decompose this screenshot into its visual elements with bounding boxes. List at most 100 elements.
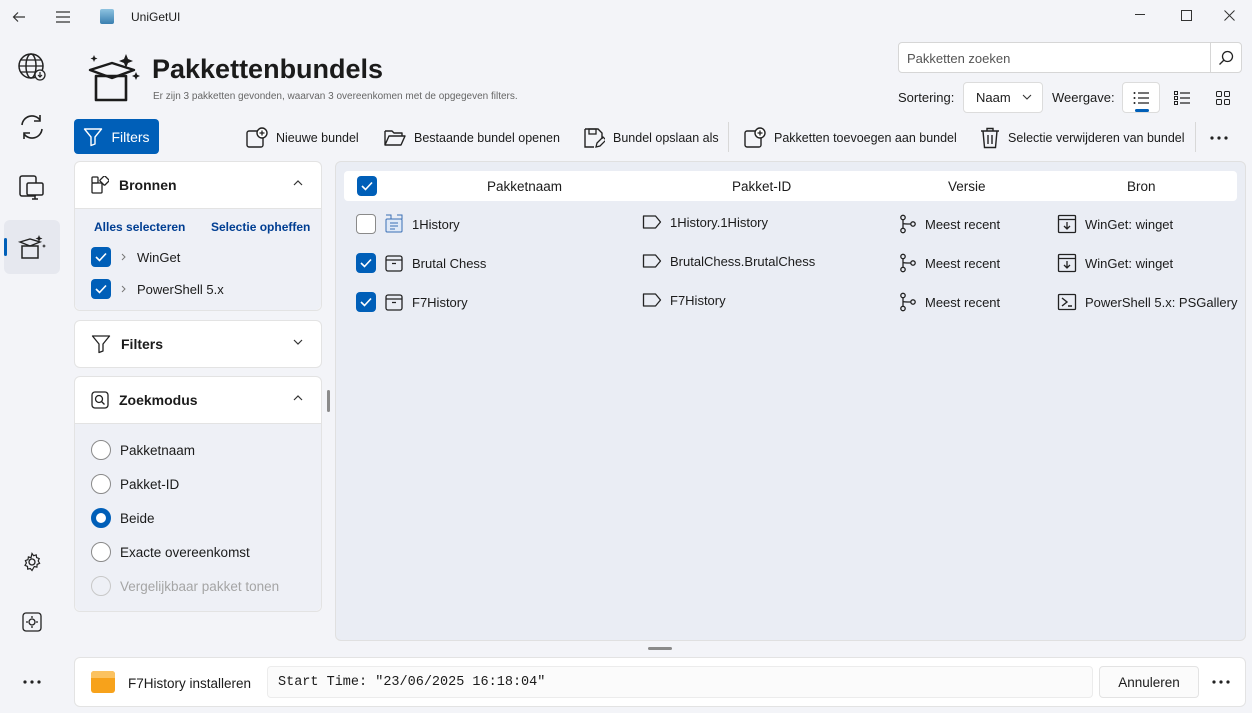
package-source-cell: WinGet: winget [1057, 253, 1173, 273]
search-mode-panel-header[interactable]: Zoekmodus [75, 377, 321, 423]
nav-settings[interactable] [4, 535, 60, 589]
package-name: Brutal Chess [412, 255, 487, 271]
sources-panel-title: Bronnen [119, 177, 177, 193]
deselect-link[interactable]: Selectie opheffen [211, 220, 310, 234]
radio-label: Beide [120, 510, 155, 526]
column-header-source[interactable]: Bron [1127, 179, 1156, 194]
source-item-powershell[interactable]: PowerShell 5.x [91, 279, 224, 299]
row-checkbox[interactable] [356, 253, 376, 273]
search-mode-icon [91, 391, 109, 409]
search-button[interactable] [1210, 42, 1242, 73]
winget-source-icon [1057, 253, 1077, 273]
package-source-cell: PowerShell 5.x: PSGallery [1057, 292, 1237, 312]
filters-panel-header[interactable]: Filters [75, 321, 321, 367]
close-button[interactable] [1206, 0, 1252, 30]
radio-label: Vergelijkbaar pakket tonen [120, 578, 280, 594]
row-checkbox[interactable] [356, 214, 376, 234]
view-list-button[interactable] [1122, 82, 1160, 113]
column-header-id[interactable]: Pakket-ID [732, 179, 791, 194]
package-name: 1History [412, 216, 460, 232]
column-header-version[interactable]: Versie [948, 179, 986, 194]
nav-operations-log[interactable] [4, 595, 60, 649]
back-arrow-icon[interactable] [4, 4, 34, 30]
new-bundle-label: Nieuwe bundel [276, 131, 359, 145]
hamburger-menu-icon[interactable] [48, 4, 78, 30]
app-logo [100, 9, 114, 24]
checkbox-checked[interactable] [91, 279, 111, 299]
list-view-icon [1133, 91, 1149, 104]
package-id: 1History.1History [670, 214, 769, 230]
package-id-cell: 1History.1History [642, 214, 768, 230]
nav-discover[interactable] [4, 40, 60, 94]
row-checkbox[interactable] [356, 292, 376, 312]
chevron-right-icon[interactable] [121, 285, 127, 293]
radio-option-similar-package: Vergelijkbaar pakket tonen [91, 576, 279, 596]
source-item-winget[interactable]: WinGet [91, 247, 180, 267]
radio-label: Exacte overeenkomst [120, 544, 250, 560]
panel-splitter-handle[interactable] [648, 647, 672, 650]
nav-bundles[interactable] [4, 220, 60, 274]
chevron-down-icon [293, 339, 303, 345]
sources-panel: Bronnen Alles selecteren Selectie opheff… [74, 161, 322, 311]
view-details-button[interactable] [1163, 82, 1201, 113]
view-grid-button[interactable] [1204, 82, 1242, 113]
open-bundle-button[interactable]: Bestaande bundel openen [384, 124, 560, 152]
operation-title: F7History installeren [128, 676, 252, 691]
nav-more[interactable] [4, 655, 60, 709]
operation-more-button[interactable] [1205, 666, 1237, 698]
minimize-button[interactable] [1117, 0, 1163, 30]
radio-option-exact-match[interactable]: Exacte overeenkomst [91, 542, 250, 562]
gear-icon [24, 552, 41, 572]
tag-icon [642, 215, 662, 229]
folder-open-icon [384, 130, 406, 146]
package-box-icon [385, 294, 403, 311]
package-version-cell: Meest recent [899, 214, 1000, 234]
chevron-right-icon[interactable] [121, 253, 127, 261]
radio-button[interactable] [91, 542, 111, 562]
column-header-name[interactable]: Pakketnaam [487, 179, 562, 194]
filters-toggle-button[interactable]: Filters [74, 119, 159, 154]
bundle-page-icon [86, 52, 140, 107]
package-install-icon [91, 671, 115, 693]
maximize-button[interactable] [1163, 0, 1209, 30]
radio-option-package-name[interactable]: Pakketnaam [91, 440, 195, 460]
package-source: WinGet: winget [1085, 216, 1174, 232]
version-branch-icon [900, 214, 916, 234]
remove-selection-label: Selectie verwijderen van bundel [1008, 131, 1185, 145]
checkmark-icon [95, 284, 107, 294]
sources-panel-body: Alles selecteren Selectie opheffen WinGe… [75, 208, 321, 310]
add-packages-button[interactable]: Pakketten toevoegen aan bundel [744, 124, 957, 152]
remove-selection-button[interactable]: Selectie verwijderen van bundel [980, 124, 1185, 152]
sort-dropdown[interactable]: Naam [963, 82, 1043, 113]
select-all-checkbox[interactable] [357, 176, 377, 196]
radio-button[interactable] [91, 474, 111, 494]
radio-button-selected[interactable] [91, 508, 111, 528]
radio-label: Pakketnaam [120, 442, 196, 458]
checkbox-checked[interactable] [91, 247, 111, 267]
package-table: Pakketnaam Pakket-ID Versie Bron 1Histor… [335, 161, 1246, 641]
sort-label: Sortering: [898, 90, 955, 105]
toolbar-more-button[interactable] [1210, 124, 1228, 152]
nav-installed[interactable] [4, 160, 60, 214]
sidebar-scrollbar[interactable] [327, 390, 330, 412]
sources-panel-header[interactable]: Bronnen [75, 162, 321, 208]
radio-option-package-id[interactable]: Pakket-ID [91, 474, 179, 494]
new-bundle-button[interactable]: Nieuwe bundel [246, 124, 359, 152]
radio-option-both[interactable]: Beide [91, 508, 155, 528]
globe-download-icon [18, 53, 46, 81]
search-input[interactable]: Pakketten zoeken [898, 42, 1211, 73]
save-bundle-button[interactable]: Bundel opslaan als [583, 124, 719, 152]
package-id-cell: BrutalChess.BrutalChess [642, 253, 815, 269]
cancel-button[interactable]: Annuleren [1099, 666, 1199, 698]
radio-button[interactable] [91, 440, 111, 460]
operation-log-output[interactable]: Start Time: "23/06/2025 16:18:04" [267, 666, 1093, 698]
winget-source-icon [1057, 214, 1077, 234]
select-all-link[interactable]: Alles selecteren [94, 220, 185, 234]
package-name-cell: 1History [384, 214, 460, 234]
more-dots-icon [1212, 680, 1230, 684]
nav-updates[interactable] [4, 100, 60, 154]
checkmark-icon [360, 258, 372, 268]
bundle-sparkle-icon [17, 235, 46, 259]
save-as-icon [584, 128, 605, 148]
tag-icon [642, 254, 662, 268]
